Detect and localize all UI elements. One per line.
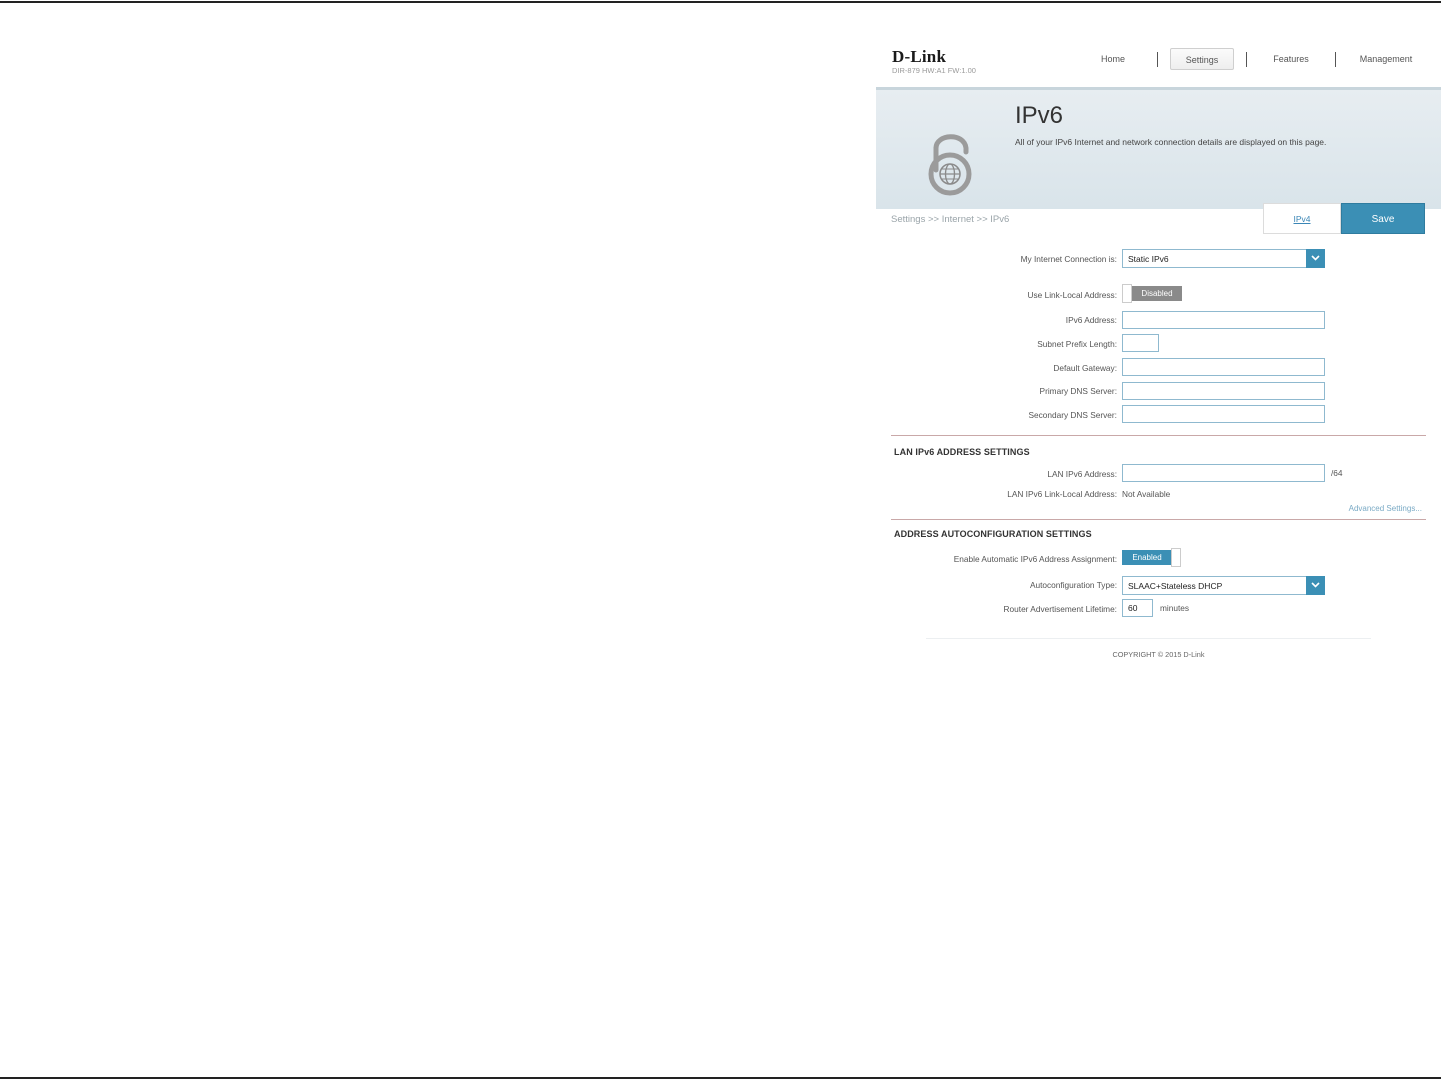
page-banner: IPv6 All of your IPv6 Internet and netwo…	[876, 87, 1441, 209]
nav-management[interactable]: Management	[1346, 48, 1426, 70]
auto-assign-state: Enabled	[1122, 550, 1172, 565]
link-local-state: Disabled	[1132, 286, 1182, 301]
dlink-logo: D-Link	[892, 47, 947, 66]
nav-separator	[1246, 52, 1247, 67]
copyright-text: COPYRIGHT © 2015 D-Link	[1112, 650, 1205, 659]
default-gateway-label: Default Gateway:	[1053, 363, 1117, 373]
advanced-settings-link[interactable]: Advanced Settings...	[1349, 504, 1422, 513]
autoconf-type-label: Autoconfiguration Type:	[1029, 580, 1117, 590]
toggle-knob	[1171, 548, 1181, 567]
lan-link-local-value: Not Available	[1122, 489, 1171, 499]
ra-lifetime-unit: minutes	[1160, 603, 1190, 613]
link-local-label: Use Link-Local Address:	[1027, 290, 1117, 300]
nav-settings[interactable]: Settings	[1170, 48, 1234, 70]
auto-assign-label: Enable Automatic IPv6 Address Assignment…	[953, 554, 1117, 564]
chevron-down-icon[interactable]	[1306, 249, 1325, 268]
lan-ipv6-address-input[interactable]	[1122, 464, 1325, 482]
link-local-toggle[interactable]: Disabled	[1122, 284, 1184, 303]
nav-separator	[1335, 52, 1336, 67]
primary-dns-input[interactable]	[1122, 382, 1325, 400]
ipv6-address-input[interactable]	[1122, 311, 1325, 329]
lan-ipv6-address-label: LAN IPv6 Address:	[1047, 469, 1117, 479]
page-title: IPv6	[1015, 102, 1064, 129]
chevron-down-icon[interactable]	[1306, 576, 1325, 595]
lan-link-local-label: LAN IPv6 Link-Local Address:	[1007, 489, 1117, 499]
breadcrumb: Settings >> Internet >> IPv6	[891, 214, 1010, 225]
toggle-knob	[1122, 284, 1132, 303]
connection-type-label: My Internet Connection is:	[1020, 254, 1117, 264]
section-divider	[891, 519, 1426, 520]
footer-divider	[926, 638, 1371, 639]
nav-home[interactable]: Home	[1086, 48, 1140, 70]
router-settings-window: D-Link DIR-879 HW:A1 FW:1.00 Home Settin…	[876, 36, 1441, 676]
default-gateway-input[interactable]	[1122, 358, 1325, 376]
autoconf-type-value: SLAAC+Stateless DHCP	[1128, 581, 1223, 591]
prefix-suffix: /64	[1331, 468, 1343, 478]
main-nav: Home Settings Features Management	[1086, 48, 1431, 72]
lan-section-title: LAN IPv6 ADDRESS SETTINGS	[894, 447, 1030, 457]
ipv4-link-button[interactable]: IPv4	[1263, 203, 1341, 234]
primary-dns-label: Primary DNS Server:	[1039, 386, 1117, 396]
connection-type-value: Static IPv6	[1128, 254, 1169, 264]
secondary-dns-label: Secondary DNS Server:	[1028, 410, 1117, 420]
section-divider	[891, 435, 1426, 436]
ra-lifetime-input[interactable]: 60	[1122, 599, 1153, 617]
save-button[interactable]: Save	[1341, 203, 1425, 234]
autoconf-section-title: ADDRESS AUTOCONFIGURATION SETTINGS	[894, 529, 1092, 539]
ra-lifetime-label: Router Advertisement Lifetime:	[1003, 604, 1117, 614]
prefix-length-label: Subnet Prefix Length:	[1037, 339, 1117, 349]
firmware-version: DIR-879 HW:A1 FW:1.00	[892, 66, 976, 75]
connection-type-select[interactable]: Static IPv6	[1122, 249, 1325, 268]
nav-separator	[1157, 52, 1158, 67]
page-top-rule	[0, 1, 1441, 3]
secondary-dns-input[interactable]	[1122, 405, 1325, 423]
lock-6-globe-icon	[924, 126, 976, 196]
ipv6-address-label: IPv6 Address:	[1065, 315, 1117, 325]
autoconf-type-select[interactable]: SLAAC+Stateless DHCP	[1122, 576, 1325, 595]
auto-assign-toggle[interactable]: Enabled	[1122, 548, 1182, 567]
page-description: All of your IPv6 Internet and network co…	[1015, 137, 1327, 147]
page-bottom-rule	[0, 1077, 1441, 1079]
prefix-length-input[interactable]	[1122, 334, 1159, 352]
nav-features[interactable]: Features	[1263, 48, 1319, 70]
